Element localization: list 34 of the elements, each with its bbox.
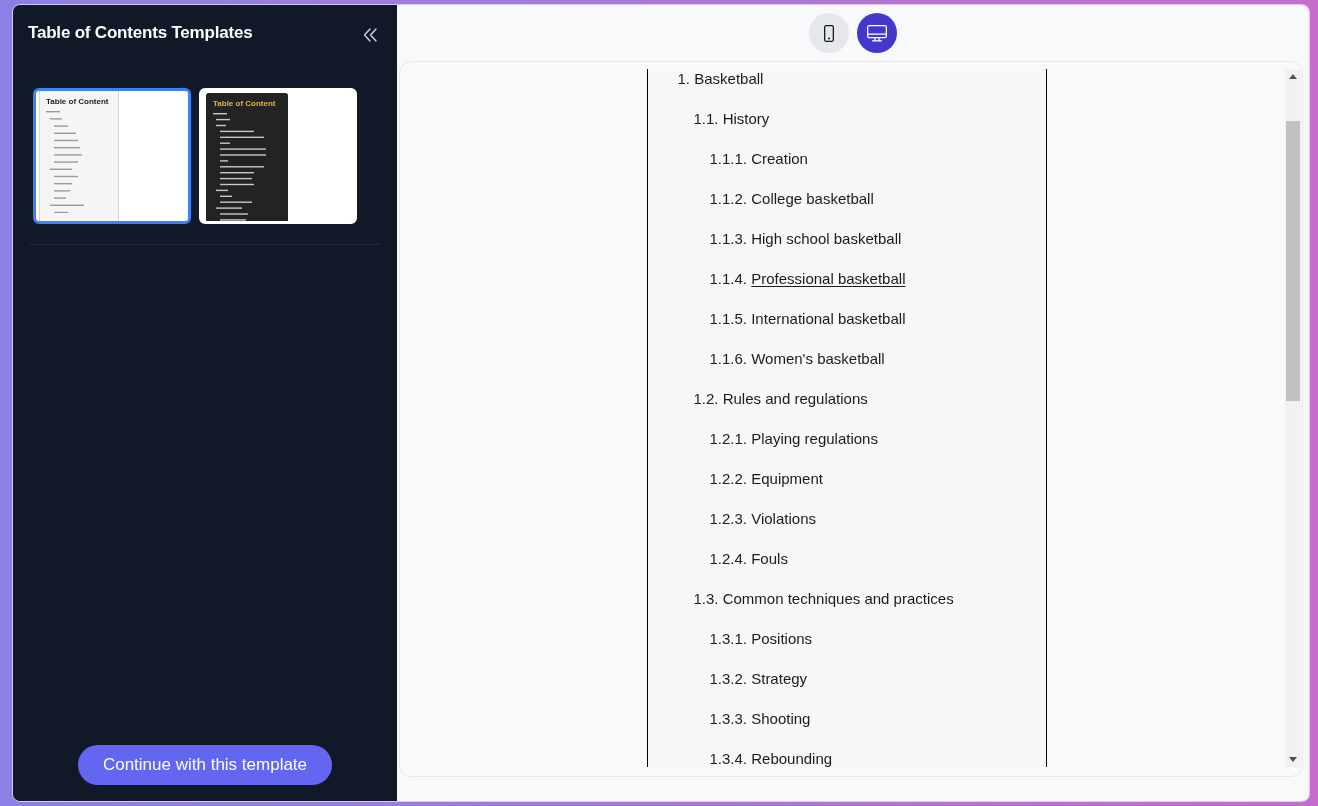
toc-link[interactable]: 1.3.2. Strategy (709, 669, 808, 689)
phone-icon (824, 24, 834, 42)
monitor-icon (867, 24, 887, 42)
toc-link[interactable]: 1.1.3. High school basketball (709, 229, 902, 249)
toc-link[interactable]: 1.1.1. Creation (709, 149, 808, 169)
desktop-view-button[interactable] (857, 13, 897, 53)
scrollbar-track[interactable] (1285, 69, 1301, 767)
preview-heading: Table of Content (46, 97, 109, 106)
toc-link[interactable]: 1.2.2. Equipment (709, 469, 823, 489)
toc-link[interactable]: 1.3.3. Shooting (709, 709, 811, 729)
toc-link[interactable]: 1.3. Common techniques and practices (693, 589, 954, 609)
scroll-down-icon[interactable] (1289, 757, 1297, 762)
template-thumbnail[interactable]: Table of Content (33, 88, 191, 224)
scrollbar-thumb[interactable] (1286, 121, 1300, 401)
scroll-up-icon[interactable] (1289, 74, 1297, 79)
toc-link[interactable]: 1.2.3. Violations (709, 509, 816, 529)
toc-link[interactable]: 1.1.2. College basketball (709, 189, 874, 209)
toc-link[interactable]: 1.1.5. International basketball (709, 309, 906, 329)
double-chevron-left-icon (362, 27, 378, 43)
preview-heading: Table of Content (213, 99, 276, 108)
toc-link[interactable]: 1.2.1. Playing regulations (709, 429, 878, 449)
toc-link[interactable]: 1.3.1. Positions (709, 629, 813, 649)
sidebar-title: Table of Contents Templates (28, 22, 253, 44)
toc-link[interactable]: 1.1.4. Professional basketball (709, 269, 906, 289)
toc-link[interactable]: 1.3.4. Rebounding (709, 749, 833, 767)
toc-link[interactable]: 1.1. History (693, 109, 770, 129)
mobile-view-button[interactable] (809, 13, 849, 53)
collapse-sidebar-button[interactable] (361, 26, 379, 44)
toc-link[interactable]: 1. Basketball (677, 69, 764, 89)
toc-link[interactable]: 1.1.6. Women's basketball (709, 349, 885, 369)
continue-button[interactable]: Continue with this template (78, 745, 332, 785)
toc-link[interactable]: 1.2. Rules and regulations (693, 389, 868, 409)
toc-link[interactable]: 1.2.4. Fouls (709, 549, 788, 569)
template-thumbnail[interactable]: Table of Content (199, 88, 357, 224)
